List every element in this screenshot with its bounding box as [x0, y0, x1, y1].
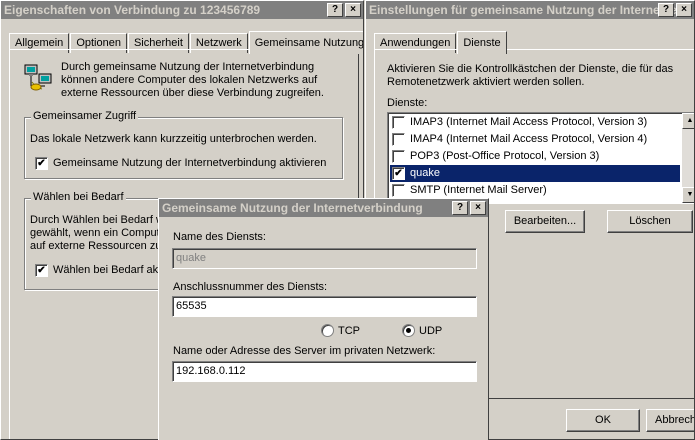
- dial-on-demand-checkbox[interactable]: ✔: [35, 264, 48, 277]
- dial-desc-line-2: gewählt, wenn ein Comput: [30, 227, 160, 239]
- enable-sharing-label[interactable]: Gemeinsame Nutzung der Internetverbindun…: [53, 157, 326, 170]
- delete-service-button[interactable]: Löschen: [607, 210, 693, 233]
- tcp-radio[interactable]: [321, 324, 334, 337]
- dial-desc-line-3: auf externe Ressourcen zu: [30, 240, 162, 252]
- udp-radio[interactable]: [402, 324, 415, 337]
- scroll-up-icon[interactable]: ▲: [682, 113, 694, 129]
- edit-service-button[interactable]: Bearbeiten...: [505, 210, 585, 233]
- dial-desc-line-1: Durch Wählen bei Bedarf w: [30, 214, 164, 226]
- help-button[interactable]: ?: [327, 3, 343, 17]
- network-share-icon: [24, 64, 52, 91]
- tab-gemeinsame-nutzung[interactable]: Gemeinsame Nutzung: [248, 31, 363, 54]
- shared-access-group: Gemeinsamer Zugriff Das lokale Netzwerk …: [24, 110, 343, 179]
- service-row-imap4[interactable]: IMAP4 (Internet Mail Access Protocol, Ve…: [390, 131, 680, 148]
- service-label-quake: quake: [410, 167, 440, 179]
- service-edit-dialog-title: Gemeinsame Nutzung der Internetverbindun…: [162, 201, 423, 215]
- connection-properties-title: Eigenschaften von Verbindung zu 12345678…: [4, 3, 261, 17]
- service-row-pop3[interactable]: POP3 (Post-Office Protocol, Version 3): [390, 148, 680, 165]
- service-row-smtp[interactable]: SMTP (Internet Mail Server): [390, 182, 680, 199]
- connection-properties-titlebar[interactable]: Eigenschaften von Verbindung zu 12345678…: [1, 1, 363, 19]
- service-row-imap3[interactable]: IMAP3 (Internet Mail Access Protocol, Ve…: [390, 114, 680, 131]
- enable-sharing-checkbox[interactable]: ✔: [35, 157, 48, 170]
- server-label: Name oder Adresse des Server im privaten…: [173, 345, 436, 357]
- shared-access-group-label: Gemeinsamer Zugriff: [31, 110, 139, 122]
- service-name-label: Name des Diensts:: [173, 231, 266, 243]
- network-interruption-warning: Das lokale Netzwerk kann kurzzeitig unte…: [30, 133, 317, 145]
- service-row-quake[interactable]: ✔ quake: [390, 165, 680, 182]
- service-label-imap4: IMAP4 (Internet Mail Access Protocol, Ve…: [410, 133, 648, 145]
- intro-line-1: Durch gemeinsame Nutzung der Internetver…: [61, 61, 315, 73]
- port-input[interactable]: 65535: [172, 296, 477, 317]
- port-label: Anschlussnummer des Diensts:: [173, 281, 328, 293]
- services-scrollbar[interactable]: ▲ ▼: [682, 113, 694, 203]
- service-label-pop3: POP3 (Post-Office Protocol, Version 3): [410, 150, 600, 162]
- sharing-settings-title: Einstellungen für gemeinsame Nutzung der…: [369, 3, 692, 17]
- ok-button[interactable]: OK: [566, 409, 640, 432]
- scroll-down-icon[interactable]: ▼: [682, 187, 694, 203]
- udp-label[interactable]: UDP: [419, 325, 442, 338]
- service-checkbox-quake[interactable]: ✔: [392, 167, 405, 180]
- service-edit-dialog: Gemeinsame Nutzung der Internetverbindun…: [158, 198, 489, 440]
- intro-line-2: können andere Computer des lokalen Netzw…: [61, 74, 318, 86]
- close-button[interactable]: ×: [470, 201, 486, 215]
- tab-dienste[interactable]: Dienste: [457, 31, 507, 54]
- service-checkbox-pop3[interactable]: [392, 150, 405, 163]
- close-button[interactable]: ×: [676, 3, 692, 17]
- cancel-button[interactable]: Abbrech: [646, 409, 694, 432]
- server-address-input[interactable]: 192.168.0.112: [172, 361, 477, 382]
- services-intro-line-2: Remotenetzwerk aktiviert werden sollen.: [387, 76, 585, 88]
- dial-on-demand-label[interactable]: Wählen bei Bedarf akt: [53, 264, 161, 277]
- service-label-imap3: IMAP3 (Internet Mail Access Protocol, Ve…: [410, 116, 648, 128]
- help-button[interactable]: ?: [658, 3, 674, 17]
- service-edit-dialog-titlebar[interactable]: Gemeinsame Nutzung der Internetverbindun…: [159, 199, 488, 217]
- services-intro-line-1: Aktivieren Sie die Kontrollkästchen der …: [387, 63, 674, 75]
- radio-selected-dot: [406, 328, 411, 333]
- intro-line-3: externe Ressourcen über diese Verbindung…: [61, 87, 324, 99]
- service-name-field: quake: [172, 248, 477, 269]
- sharing-settings-titlebar[interactable]: Einstellungen für gemeinsame Nutzung der…: [366, 1, 694, 19]
- dial-on-demand-group-label: Wählen bei Bedarf: [31, 191, 126, 203]
- close-button[interactable]: ×: [345, 3, 361, 17]
- help-button[interactable]: ?: [452, 201, 468, 215]
- services-list[interactable]: IMAP3 (Internet Mail Access Protocol, Ve…: [387, 112, 694, 204]
- service-checkbox-smtp[interactable]: [392, 184, 405, 197]
- services-label: Dienste:: [387, 97, 428, 109]
- tcp-label[interactable]: TCP: [338, 325, 360, 338]
- service-label-smtp: SMTP (Internet Mail Server): [410, 184, 547, 196]
- service-checkbox-imap4[interactable]: [392, 133, 405, 146]
- service-checkbox-imap3[interactable]: [392, 116, 405, 129]
